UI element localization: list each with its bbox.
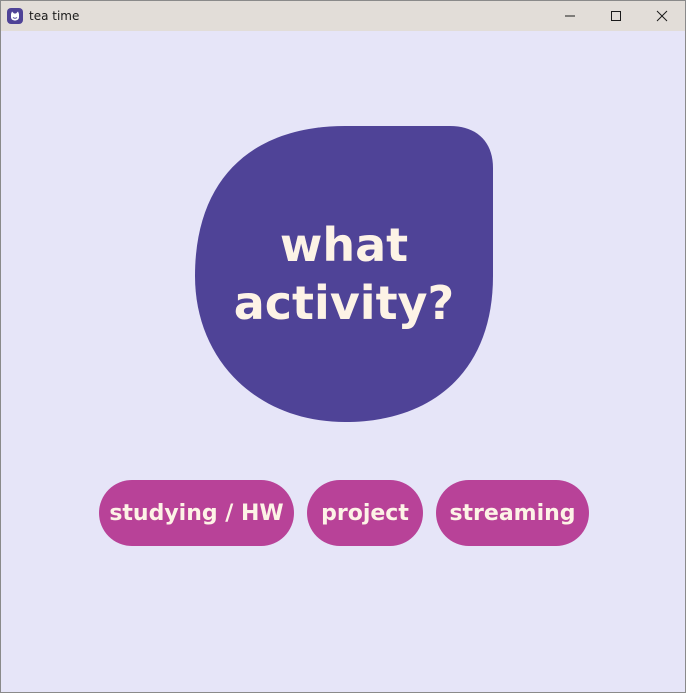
minimize-icon (564, 7, 576, 26)
studying-hw-button[interactable]: studying / HW (99, 480, 294, 546)
cat-face-icon (7, 8, 23, 24)
maximize-icon (610, 7, 622, 26)
maximize-button[interactable] (593, 1, 639, 31)
streaming-button[interactable]: streaming (436, 480, 589, 546)
project-button[interactable]: project (307, 480, 423, 546)
app-window: tea time what activity? studying / HW pr… (0, 0, 686, 693)
question-text: what activity? (195, 126, 493, 422)
close-button[interactable] (639, 1, 685, 31)
main-content: what activity? studying / HW project str… (1, 31, 685, 692)
window-title: tea time (29, 9, 80, 23)
title-bar[interactable]: tea time (1, 1, 685, 31)
close-icon (656, 7, 668, 26)
question-line-1: what (279, 218, 409, 272)
question-line-2: activity? (233, 276, 455, 330)
minimize-button[interactable] (547, 1, 593, 31)
